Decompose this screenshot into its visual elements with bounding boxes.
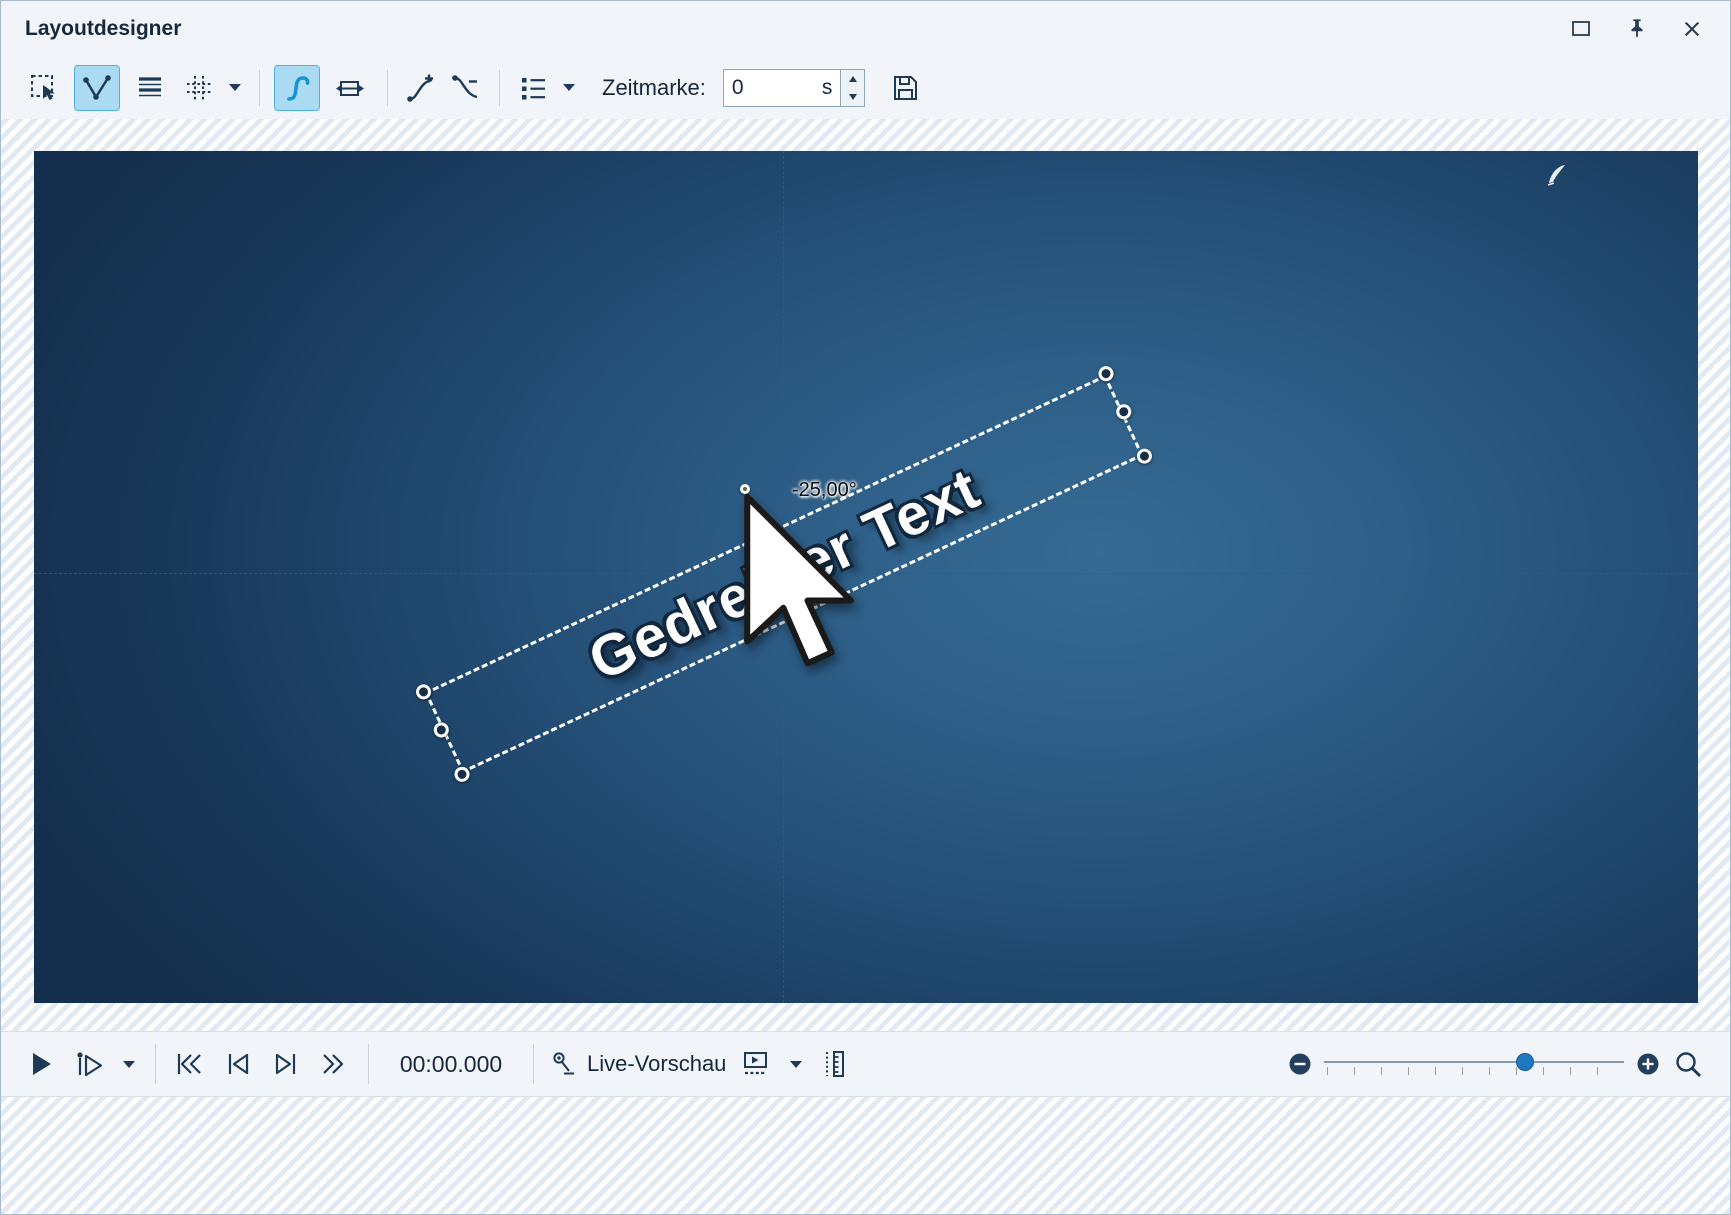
add-curve-point-button[interactable] <box>402 65 440 111</box>
resize-handle-bottom-right[interactable] <box>1134 446 1154 466</box>
toolbar-separator <box>499 70 500 106</box>
spinner-up-icon <box>849 76 857 82</box>
resize-handle-right[interactable] <box>1114 402 1134 422</box>
chevron-down-icon <box>229 84 241 91</box>
resize-handle-left[interactable] <box>431 720 451 740</box>
transport-separator <box>533 1044 534 1084</box>
save-icon <box>890 73 920 103</box>
zoom-slider-thumb[interactable] <box>1516 1053 1534 1071</box>
play-from-timemark-icon <box>73 1048 105 1080</box>
close-icon <box>1682 19 1702 39</box>
zoom-out-button[interactable] <box>1286 1044 1314 1084</box>
zoom-fit-button[interactable] <box>1672 1044 1704 1084</box>
zoom-in-button[interactable] <box>1634 1044 1662 1084</box>
preview-screen-icon <box>741 1049 771 1079</box>
chevron-down-icon <box>790 1061 802 1068</box>
remove-curve-point-button[interactable] <box>447 65 485 111</box>
object-list-button[interactable] <box>514 65 552 111</box>
slide-canvas[interactable]: Gedrehter Text -25,00° <box>34 151 1698 1003</box>
save-button[interactable] <box>886 65 924 111</box>
pin-button[interactable] <box>1624 15 1650 42</box>
chevron-down-icon <box>123 1061 135 1068</box>
main-toolbar: Zeitmarke: s <box>1 56 1730 119</box>
spinner-up-button[interactable] <box>841 70 864 88</box>
grid-dropdown-button[interactable] <box>225 65 245 111</box>
zoom-out-icon <box>1288 1052 1312 1076</box>
ruler-icon <box>821 1049 851 1079</box>
resize-handle-bottom-left[interactable] <box>452 764 472 784</box>
play-icon <box>25 1048 57 1080</box>
transport-separator <box>155 1044 156 1084</box>
zoom-slider[interactable] <box>1324 1049 1624 1079</box>
fast-forward-icon <box>318 1048 350 1080</box>
zoom-slider-ticks <box>1327 1067 1621 1075</box>
close-button[interactable] <box>1680 17 1704 41</box>
step-back-button[interactable] <box>220 1044 256 1084</box>
play-from-timemark-button[interactable] <box>71 1044 107 1084</box>
zeitmarke-label: Zeitmarke: <box>602 75 706 101</box>
preview-screen-button[interactable] <box>738 1044 774 1084</box>
zoom-controls <box>1286 1044 1704 1084</box>
mouse-cursor <box>740 492 875 685</box>
zeitmarke-unit: s <box>820 70 841 106</box>
resize-handle-top-left[interactable] <box>414 682 434 702</box>
window-controls <box>1568 15 1704 42</box>
object-list-dropdown-button[interactable] <box>559 65 579 111</box>
bezier-curve-button[interactable] <box>274 65 320 111</box>
keyframe-curve-button[interactable] <box>74 65 120 111</box>
transform-frame-icon <box>335 73 365 103</box>
live-preview-icon <box>550 1050 578 1078</box>
fast-forward-button[interactable] <box>316 1044 352 1084</box>
toolbar-separator <box>259 70 260 106</box>
select-tool-button[interactable] <box>21 65 67 111</box>
select-tool-icon <box>29 73 59 103</box>
preview-options-dropdown-button[interactable] <box>786 1041 806 1087</box>
bezier-curve-icon <box>282 73 312 103</box>
ruler-button[interactable] <box>818 1044 854 1084</box>
step-forward-button[interactable] <box>268 1044 304 1084</box>
panel-title: Layoutdesigner <box>25 17 181 41</box>
remove-curve-point-icon <box>451 73 481 103</box>
toolbar-separator <box>387 70 388 106</box>
keyframe-curve-icon <box>82 73 112 103</box>
step-back-icon <box>222 1048 254 1080</box>
play-options-dropdown-button[interactable] <box>119 1041 139 1087</box>
skip-to-start-button[interactable] <box>172 1044 208 1084</box>
magnifier-icon <box>1673 1049 1703 1079</box>
layoutdesigner-panel: Layoutdesigner <box>0 0 1731 1215</box>
layer-order-button[interactable] <box>127 65 173 111</box>
zeitmarke-field: s <box>723 69 866 107</box>
step-forward-icon <box>270 1048 302 1080</box>
zoom-slider-track <box>1324 1061 1624 1063</box>
resize-handle-top-right[interactable] <box>1096 364 1116 384</box>
titlebar: Layoutdesigner <box>1 1 1730 56</box>
transport-separator <box>368 1044 369 1084</box>
live-preview-label: Live-Vorschau <box>587 1051 726 1077</box>
draw-mode-icon <box>1544 161 1570 187</box>
live-preview-toggle[interactable]: Live-Vorschau <box>550 1050 726 1078</box>
grid-icon <box>184 73 214 103</box>
maximize-button[interactable] <box>1568 16 1594 42</box>
zeitmarke-spinner <box>840 70 864 106</box>
skip-to-start-icon <box>174 1048 206 1080</box>
playback-time: 00:00.000 <box>395 1051 507 1078</box>
zoom-in-icon <box>1636 1052 1660 1076</box>
spinner-down-button[interactable] <box>841 88 864 106</box>
transport-bar: 00:00.000 Live-Vorschau <box>1 1031 1730 1097</box>
add-curve-point-icon <box>406 73 436 103</box>
pin-icon <box>1626 17 1648 40</box>
chevron-down-icon <box>563 84 575 91</box>
play-button[interactable] <box>23 1044 59 1084</box>
layer-order-icon <box>135 73 165 103</box>
object-list-icon <box>518 73 548 103</box>
maximize-icon <box>1570 18 1592 40</box>
spinner-down-icon <box>849 94 857 100</box>
transform-frame-button[interactable] <box>327 65 373 111</box>
zeitmarke-input[interactable] <box>724 70 820 106</box>
grid-button[interactable] <box>180 65 218 111</box>
